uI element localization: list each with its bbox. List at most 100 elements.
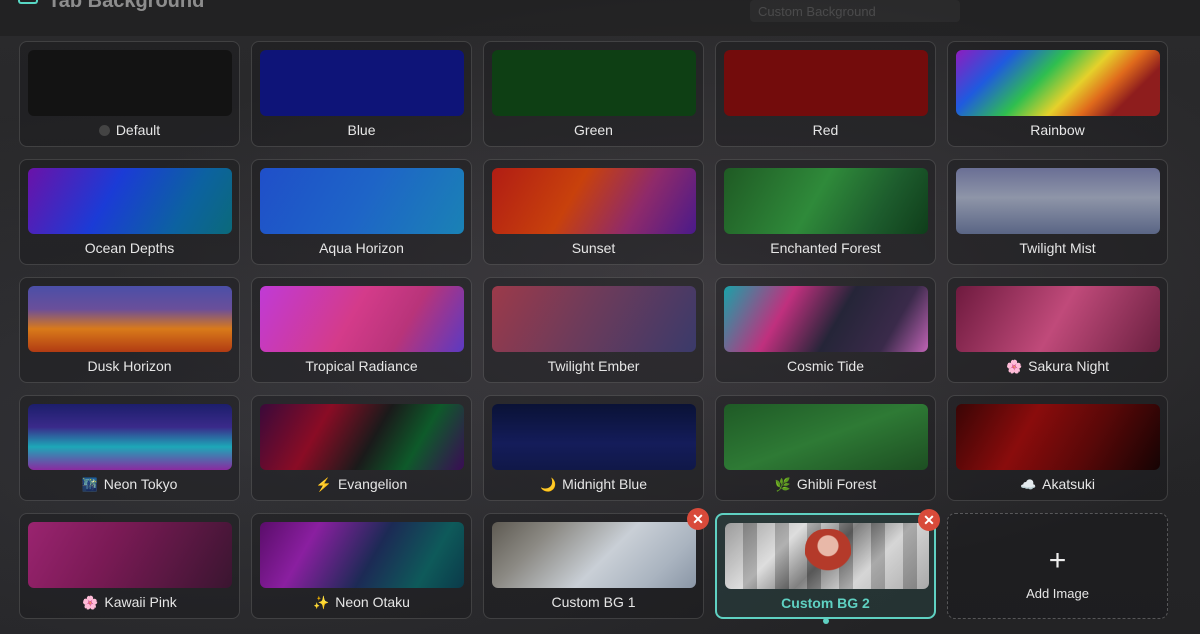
label-text: Tropical Radiance <box>305 358 418 374</box>
label-text: Akatsuki <box>1042 476 1096 492</box>
label-text: Twilight Mist <box>1019 240 1096 256</box>
background-option-tropical[interactable]: Tropical Radiance <box>251 277 472 383</box>
background-preview <box>956 286 1160 352</box>
label-text: Sakura Night <box>1028 358 1110 374</box>
background-option-label: Ocean Depths <box>20 240 239 256</box>
label-text: Ghibli Forest <box>796 476 877 492</box>
remove-icon[interactable]: ✕ <box>918 509 940 531</box>
label-text: Evangelion <box>337 476 408 492</box>
background-preview <box>724 404 928 470</box>
background-option-sunset[interactable]: Sunset <box>483 159 704 265</box>
background-preview <box>260 168 464 234</box>
background-option-label: Cosmic Tide <box>716 358 935 374</box>
emoji-icon: 🌿 <box>774 477 791 492</box>
background-option-label: Blue <box>252 122 471 138</box>
custom-background-1[interactable]: Custom BG 1 ✕ <box>483 508 709 619</box>
background-option-blue[interactable]: Blue <box>251 41 472 147</box>
section-title: Tab Background <box>48 0 205 12</box>
label-text: Ocean Depths <box>84 240 175 256</box>
background-option-label: Twilight Ember <box>484 358 703 374</box>
background-preview <box>260 50 464 116</box>
custom-background-label: Custom BG 2 <box>781 595 870 611</box>
background-preview <box>956 404 1160 470</box>
label-text: Kawaii Pink <box>104 594 177 610</box>
label-text: Red <box>812 122 839 138</box>
background-option-default[interactable]: Default <box>19 41 240 147</box>
background-preview <box>28 50 232 116</box>
plus-icon: + <box>1048 544 1067 577</box>
remove-icon[interactable]: ✕ <box>687 508 709 530</box>
label-text: Cosmic Tide <box>786 358 865 374</box>
background-preview <box>492 168 696 234</box>
label-text: Default <box>115 122 161 138</box>
background-preview <box>724 286 928 352</box>
background-option-label: Dusk Horizon <box>20 358 239 374</box>
default-icon <box>98 125 110 136</box>
background-preview <box>28 168 232 234</box>
background-option-forest[interactable]: Enchanted Forest <box>715 159 936 265</box>
background-option-label: Enchanted Forest <box>716 240 935 256</box>
background-option-eva[interactable]: ⚡ Evangelion <box>251 395 472 501</box>
emoji-icon: ☁️ <box>1019 477 1037 492</box>
background-option-label: 🌃 Neon Tokyo <box>20 476 239 493</box>
background-option-otaku[interactable]: ✨ Neon Otaku <box>251 513 472 619</box>
background-grid: Default Blue Green Red Rainbow Ocean Depths Aq… <box>19 41 1168 624</box>
background-preview <box>724 50 928 116</box>
label-text: Green <box>574 122 613 138</box>
background-preview <box>28 286 232 352</box>
custom-background-label: Custom BG 1 <box>551 594 636 610</box>
background-option-label: Aqua Horizon <box>252 240 471 256</box>
custom-image-preview <box>725 523 929 589</box>
background-icon <box>18 0 38 4</box>
label-text: Enchanted Forest <box>770 240 881 256</box>
background-option-kawaii[interactable]: 🌸 Kawaii Pink <box>19 513 240 619</box>
background-preview <box>956 50 1160 116</box>
add-image-button[interactable]: + Add Image <box>947 513 1168 619</box>
background-option-label: Twilight Mist <box>948 240 1167 256</box>
ghost-field: Custom Background <box>750 0 960 22</box>
background-option-label: Sunset <box>484 240 703 256</box>
background-option-red[interactable]: Red <box>715 41 936 147</box>
label-text: Aqua Horizon <box>319 240 404 256</box>
selected-indicator <box>823 618 829 624</box>
background-option-ghibli[interactable]: 🌿 Ghibli Forest <box>715 395 936 501</box>
background-option-label: Default <box>20 122 239 138</box>
background-option-label: 🌙 Midnight Blue <box>484 476 703 493</box>
label-text: Rainbow <box>1030 122 1085 138</box>
background-option-sakura[interactable]: 🌸 Sakura Night <box>947 277 1168 383</box>
label-text: Sunset <box>571 240 616 256</box>
background-option-midnight[interactable]: 🌙 Midnight Blue <box>483 395 704 501</box>
background-option-label: 🌿 Ghibli Forest <box>716 476 935 493</box>
background-option-mist[interactable]: Twilight Mist <box>947 159 1168 265</box>
background-option-cosmic[interactable]: Cosmic Tide <box>715 277 936 383</box>
background-option-tokyo[interactable]: 🌃 Neon Tokyo <box>19 395 240 501</box>
add-image-label: Add Image <box>1026 586 1089 601</box>
label-text: Neon Otaku <box>335 594 410 610</box>
background-option-dusk[interactable]: Dusk Horizon <box>19 277 240 383</box>
background-preview <box>260 522 464 588</box>
background-option-ocean[interactable]: Ocean Depths <box>19 159 240 265</box>
background-preview <box>28 522 232 588</box>
label-text: Blue <box>347 122 376 138</box>
background-preview <box>724 168 928 234</box>
background-preview <box>492 50 696 116</box>
emoji-icon: ⚡ <box>315 477 332 492</box>
background-option-label: ✨ Neon Otaku <box>252 594 471 611</box>
header-bar: Tab Background Custom Background <box>0 0 1200 36</box>
label-text: Midnight Blue <box>562 476 647 492</box>
background-preview <box>260 404 464 470</box>
emoji-icon: 🌃 <box>81 477 98 492</box>
custom-background-2[interactable]: Custom BG 2 ✕ <box>715 509 940 624</box>
background-preview <box>260 286 464 352</box>
background-option-ember[interactable]: Twilight Ember <box>483 277 704 383</box>
background-option-green[interactable]: Green <box>483 41 704 147</box>
background-preview <box>28 404 232 470</box>
background-preview <box>956 168 1160 234</box>
label-text: Twilight Ember <box>547 358 640 374</box>
background-option-rainbow[interactable]: Rainbow <box>947 41 1168 147</box>
background-option-label: Red <box>716 122 935 138</box>
background-option-akatsuki[interactable]: ☁️ Akatsuki <box>947 395 1168 501</box>
background-option-aqua[interactable]: Aqua Horizon <box>251 159 472 265</box>
emoji-icon: 🌸 <box>1005 359 1023 374</box>
custom-image-preview <box>492 522 696 588</box>
